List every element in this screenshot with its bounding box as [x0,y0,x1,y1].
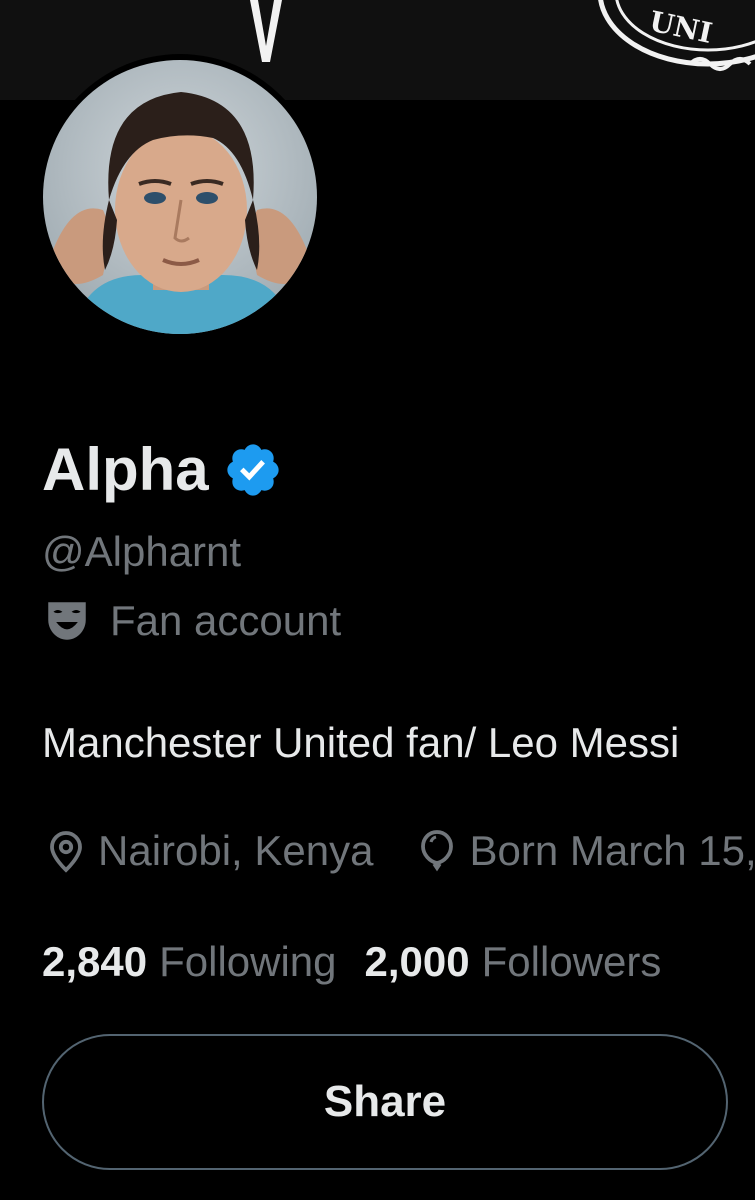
avatar-frame[interactable] [37,54,323,340]
display-name-row: Alpha [42,436,283,504]
following-label: Following [159,938,337,985]
profile-meta: Nairobi, Kenya Born March 15, [42,826,755,876]
share-button[interactable]: Share [42,1034,728,1170]
theater-mask-icon [48,602,86,640]
follow-stats: 2,840 Following 2,000 Followers [42,937,661,987]
following-link[interactable]: 2,840 Following [42,937,337,987]
birthday-text: Born March 15, [469,827,755,874]
location-pin-icon [50,831,82,873]
user-handle: @Alpharnt [42,528,242,575]
verified-badge-icon[interactable] [223,440,283,500]
svg-text:UNI: UNI [647,5,716,50]
followers-label: Followers [481,938,662,985]
account-category: Fan account [42,596,341,646]
followers-count: 2,000 [364,938,470,985]
balloon-icon [421,830,454,872]
profile-bio: Manchester United fan/ Leo Messi [42,719,680,766]
following-count: 2,840 [42,938,148,985]
avatar-portrait-image [43,60,317,334]
display-name: Alpha [42,436,209,503]
birthday-item: Born March 15, [413,826,755,876]
location-item: Nairobi, Kenya [42,826,373,876]
account-category-label: Fan account [110,597,342,644]
location-text: Nairobi, Kenya [98,827,374,874]
followers-link[interactable]: 2,000 Followers [365,937,662,987]
avatar[interactable] [43,60,317,334]
